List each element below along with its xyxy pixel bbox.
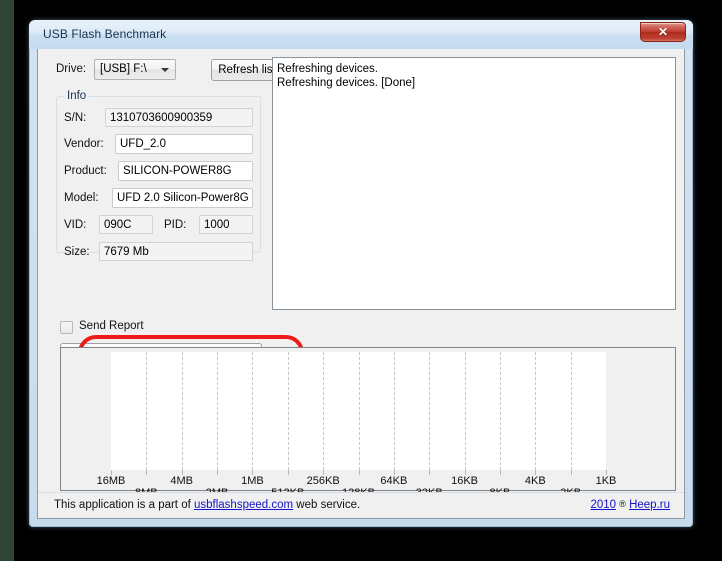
benchmark-chart-panel: 16MB8MB4MB2MB1MB512KB256KB128KB64KB32KB1… xyxy=(60,347,676,499)
product-value: SILICON-POWER8G xyxy=(123,165,232,177)
registered-icon: ® xyxy=(619,499,626,509)
vendor-field[interactable]: UFD_2.0 xyxy=(115,134,253,154)
chart-x-tick-label: 16MB xyxy=(96,475,126,487)
chart-tick xyxy=(429,470,431,475)
vid-field[interactable]: 090C xyxy=(99,215,153,234)
model-field[interactable]: UFD 2.0 Silicon-Power8G xyxy=(112,188,253,208)
send-report-label: Send Report xyxy=(79,320,144,332)
chart-tick xyxy=(499,470,501,475)
pid-field[interactable]: 1000 xyxy=(199,215,253,234)
product-field[interactable]: SILICON-POWER8G xyxy=(118,161,253,181)
chart-x-tick-label: 16KB xyxy=(451,475,479,487)
drive-select-value: [USB] F:\ xyxy=(100,63,147,75)
status-message: This application is a part of usbflashsp… xyxy=(54,499,360,511)
chart-gridline xyxy=(146,352,148,470)
vendor-label: Vendor: xyxy=(64,138,104,150)
chart-x-tick-label: 4KB xyxy=(524,475,546,487)
status-prefix: This application is a part of xyxy=(54,499,194,511)
window-title: USB Flash Benchmark xyxy=(43,27,167,41)
screen: USB Flash Benchmark ✕ Drive: [USB] F:\ R… xyxy=(0,0,722,561)
chart-tick xyxy=(217,470,219,475)
chart-tick xyxy=(287,470,289,475)
chart-x-tick-label: 64KB xyxy=(380,475,408,487)
drive-select[interactable]: [USB] F:\ xyxy=(94,59,176,80)
status-suffix: web service. xyxy=(293,499,361,511)
chart-gridline xyxy=(429,352,431,470)
model-label: Model: xyxy=(64,192,99,204)
size-field[interactable]: 7679 Mb xyxy=(99,242,253,261)
copyright[interactable]: 2010 ® Heep.ru xyxy=(590,499,670,511)
chart-gridline xyxy=(181,352,183,470)
chart-gridline xyxy=(393,352,395,470)
pid-value: 1000 xyxy=(204,219,230,231)
sn-label: S/N: xyxy=(64,112,87,124)
chart-tick xyxy=(146,470,148,475)
chart-gridline xyxy=(217,352,219,470)
log-line: Refreshing devices. xyxy=(277,63,378,75)
chart-gridline xyxy=(287,352,289,470)
close-icon: ✕ xyxy=(657,25,669,39)
log-panel[interactable]: Refreshing devices. Refreshing devices. … xyxy=(272,57,676,310)
chart-plot-area xyxy=(111,352,606,470)
copyright-year: 2010 xyxy=(590,499,617,511)
title-bar[interactable]: USB Flash Benchmark ✕ xyxy=(29,20,693,49)
model-value: UFD 2.0 Silicon-Power8G xyxy=(117,192,249,204)
chart-gridline xyxy=(570,352,572,470)
pid-label: PID: xyxy=(164,219,187,231)
product-label: Product: xyxy=(64,165,107,177)
chart-gridline xyxy=(358,352,360,470)
log-line: Refreshing devices. [Done] xyxy=(277,77,416,89)
info-group-title: Info xyxy=(64,90,90,102)
chart-gridline xyxy=(323,352,325,470)
send-report-checkbox[interactable] xyxy=(60,321,73,334)
chart-tick xyxy=(570,470,572,475)
vid-label: VID: xyxy=(64,219,87,231)
chart-x-tick-label: 256KB xyxy=(306,475,340,487)
copyright-owner: Heep.ru xyxy=(629,499,670,511)
chart-tick xyxy=(358,470,360,475)
vendor-value: UFD_2.0 xyxy=(120,138,167,150)
chart-x-tick-label: 1KB xyxy=(595,475,617,487)
status-bar: This application is a part of usbflashsp… xyxy=(38,492,684,518)
size-label: Size: xyxy=(64,246,90,258)
chart-gridline xyxy=(499,352,501,470)
close-button[interactable]: ✕ xyxy=(640,22,686,42)
chevron-down-icon xyxy=(161,68,169,72)
chart-gridline xyxy=(252,352,254,470)
sn-field[interactable]: 1310703600900359 xyxy=(105,108,253,127)
sn-value: 1310703600900359 xyxy=(110,112,213,124)
chart-gridline xyxy=(535,352,537,470)
app-window: USB Flash Benchmark ✕ Drive: [USB] F:\ R… xyxy=(29,20,693,527)
client-area: Drive: [USB] F:\ Refresh list Info S/N: … xyxy=(37,49,685,519)
vid-value: 090C xyxy=(104,219,132,231)
chart-x-tick-label: 4MB xyxy=(170,475,194,487)
drive-label: Drive: xyxy=(56,63,87,75)
usbflashspeed-link[interactable]: usbflashspeed.com xyxy=(194,499,293,511)
size-value: 7679 Mb xyxy=(104,246,149,258)
chart-gridline xyxy=(464,352,466,470)
log-lines: Refreshing devices. Refreshing devices. … xyxy=(273,62,675,90)
chart-x-tick-label: 1MB xyxy=(241,475,264,487)
desktop-background xyxy=(0,0,14,561)
